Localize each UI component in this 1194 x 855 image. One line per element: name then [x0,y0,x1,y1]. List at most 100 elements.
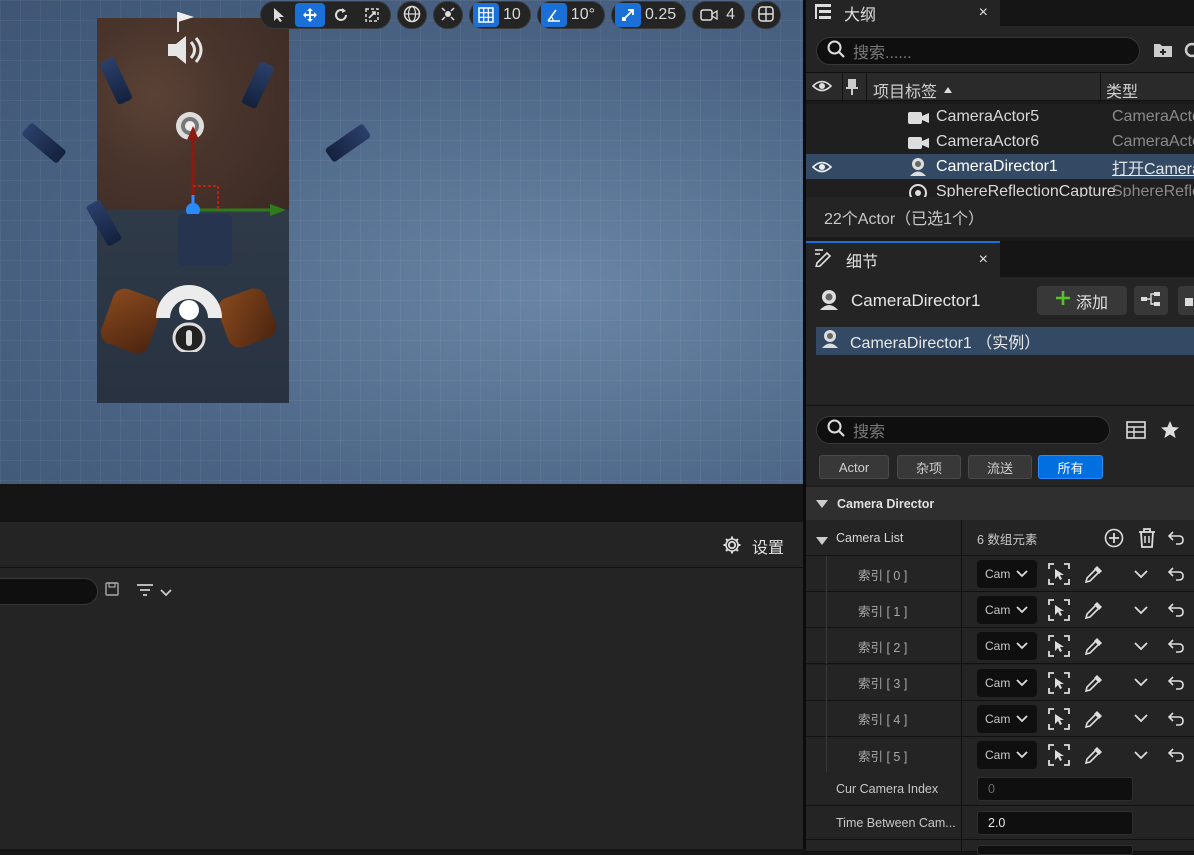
scale-snap-icon[interactable] [615,3,641,27]
camera-actor-combo[interactable]: Cam [977,668,1037,697]
eyedropper-icon[interactable] [1084,737,1104,773]
video-camera-icon[interactable] [696,3,722,27]
tab-details[interactable]: 细节 × [806,241,1000,277]
rotation-snap-group[interactable]: 10° [536,1,605,29]
section-camera-director[interactable]: Camera Director [806,487,1194,520]
browse-actor-icon[interactable] [1048,628,1070,664]
camera-actor-combo[interactable]: Cam [977,596,1037,625]
reset-arrow-icon[interactable] [1168,628,1184,664]
camera-actor-icon [908,136,930,154]
camera-director-mesh[interactable] [178,214,232,266]
save-icon[interactable] [104,581,120,600]
add-element-icon[interactable] [1104,520,1124,556]
component-row-instance[interactable]: CameraDirector1 （实例） [816,327,1194,355]
eyedropper-icon[interactable] [1084,628,1104,664]
reset-arrow-icon[interactable] [1168,520,1184,556]
filter-tab-actor[interactable]: Actor [819,455,889,479]
star-icon[interactable] [1160,420,1180,443]
spotlight-actor[interactable] [324,123,372,163]
new-folder-icon[interactable] [1153,42,1173,61]
filter-tab-streaming[interactable]: 流送 [968,455,1032,479]
audio-speaker-icon[interactable] [164,32,208,68]
filter-tab-all[interactable]: 所有 [1038,455,1103,479]
world-local-toggle[interactable] [397,1,427,29]
visibility-eye-icon[interactable] [811,79,833,98]
grid-snap-value[interactable]: 10 [500,6,527,24]
outliner-row-spherereflectioncapture[interactable]: SphereReflectionCapture SphereReflection… [806,179,1194,197]
edit-blueprint-button[interactable] [1178,286,1194,315]
gear-icon [722,535,742,558]
combo-value: Cam [985,675,1011,690]
reset-arrow-icon[interactable] [1168,701,1184,737]
browse-actor-icon[interactable] [1048,556,1070,592]
close-icon[interactable]: × [979,251,988,269]
outliner-search-input[interactable]: 搜索...... [816,37,1140,65]
add-component-button[interactable]: 添加 [1037,286,1127,315]
rotation-snap-icon[interactable] [540,3,567,27]
row-type-link[interactable]: 打开CameraDirector [1112,155,1194,179]
camera-actor-combo[interactable]: Cam [977,741,1037,769]
outliner-row-cameraactor5[interactable]: CameraActor5 CameraActor [806,104,1194,129]
camera-actor-combo[interactable]: Cam [977,560,1037,588]
col-item-label-header[interactable]: 项目标签 [873,78,953,102]
actor-pawn-icon [908,157,928,179]
scale-snap-group[interactable]: 0.25 [611,1,687,29]
eyedropper-icon[interactable] [1084,665,1104,701]
chevron-down-icon[interactable] [1134,701,1148,737]
reset-arrow-icon[interactable] [1168,592,1184,628]
details-search-input[interactable]: 搜索 [816,416,1110,444]
browse-actor-icon[interactable] [1048,701,1070,737]
blueprint-button[interactable] [1134,286,1168,315]
viewport-layout-button[interactable] [751,1,782,29]
table-view-icon[interactable] [1126,421,1146,442]
browse-actor-icon[interactable] [1048,592,1070,628]
browse-actor-icon[interactable] [1048,665,1070,701]
filter-dropdown[interactable] [136,582,172,601]
outliner-row-cameradirector1[interactable]: CameraDirector1 打开CameraDirector [806,154,1194,179]
scale-mode-icon[interactable] [357,3,387,27]
chevron-down-icon[interactable] [1134,556,1148,592]
browse-actor-icon[interactable] [1048,737,1070,773]
select-mode-icon[interactable] [264,3,294,27]
chevron-down-icon[interactable] [1134,592,1148,628]
camera-actor-combo[interactable]: Cam [977,632,1037,661]
col-type-header[interactable]: 类型 [1106,78,1138,102]
reset-arrow-icon[interactable] [1168,665,1184,701]
expand-triangle-icon[interactable] [816,534,828,548]
settings-button[interactable]: 设置 [722,534,784,558]
next-field[interactable] [977,845,1133,855]
outliner-settings-gear-icon[interactable] [1183,42,1194,61]
trash-icon[interactable] [1138,520,1156,556]
grid-snap-group[interactable]: 10 [469,1,531,29]
eyedropper-icon[interactable] [1084,592,1104,628]
rotation-snap-value[interactable]: 10° [568,6,601,24]
spotlight-actor[interactable] [21,122,67,164]
rotate-mode-icon[interactable] [326,3,356,27]
level-viewport[interactable]: 10 10° 0.25 4 [0,0,803,484]
camera-speed-value[interactable]: 4 [723,6,741,24]
eyedropper-icon[interactable] [1084,556,1104,592]
visibility-eye-icon[interactable] [811,160,833,179]
reset-arrow-icon[interactable] [1168,556,1184,592]
surface-snap-toggle[interactable] [433,1,463,29]
close-icon[interactable]: × [979,4,988,22]
chevron-down-icon[interactable] [1134,628,1148,664]
outliner-row-cameraactor6[interactable]: CameraActor6 CameraActor [806,129,1194,154]
player-start-flag-icon[interactable] [170,10,200,32]
chevron-down-icon[interactable] [1134,737,1148,773]
scale-snap-value[interactable]: 0.25 [642,6,682,24]
tab-outliner[interactable]: 大纲 × [806,0,1000,26]
grid-snap-icon[interactable] [473,3,499,27]
camera-actor-combo[interactable]: Cam [977,704,1037,733]
translate-mode-icon[interactable] [295,3,325,27]
camera-director-billboard-icon[interactable] [152,278,226,354]
eyedropper-icon[interactable] [1084,701,1104,737]
camera-speed-group[interactable]: 4 [692,1,746,29]
pin-icon[interactable] [845,78,859,101]
time-between-field[interactable]: 2.0 [977,811,1133,835]
chevron-down-icon[interactable] [1134,665,1148,701]
filter-tab-misc[interactable]: 杂项 [897,455,961,479]
reset-arrow-icon[interactable] [1168,737,1184,773]
log-search-input[interactable] [0,578,98,605]
actor-name[interactable]: CameraDirector1 [851,291,980,311]
